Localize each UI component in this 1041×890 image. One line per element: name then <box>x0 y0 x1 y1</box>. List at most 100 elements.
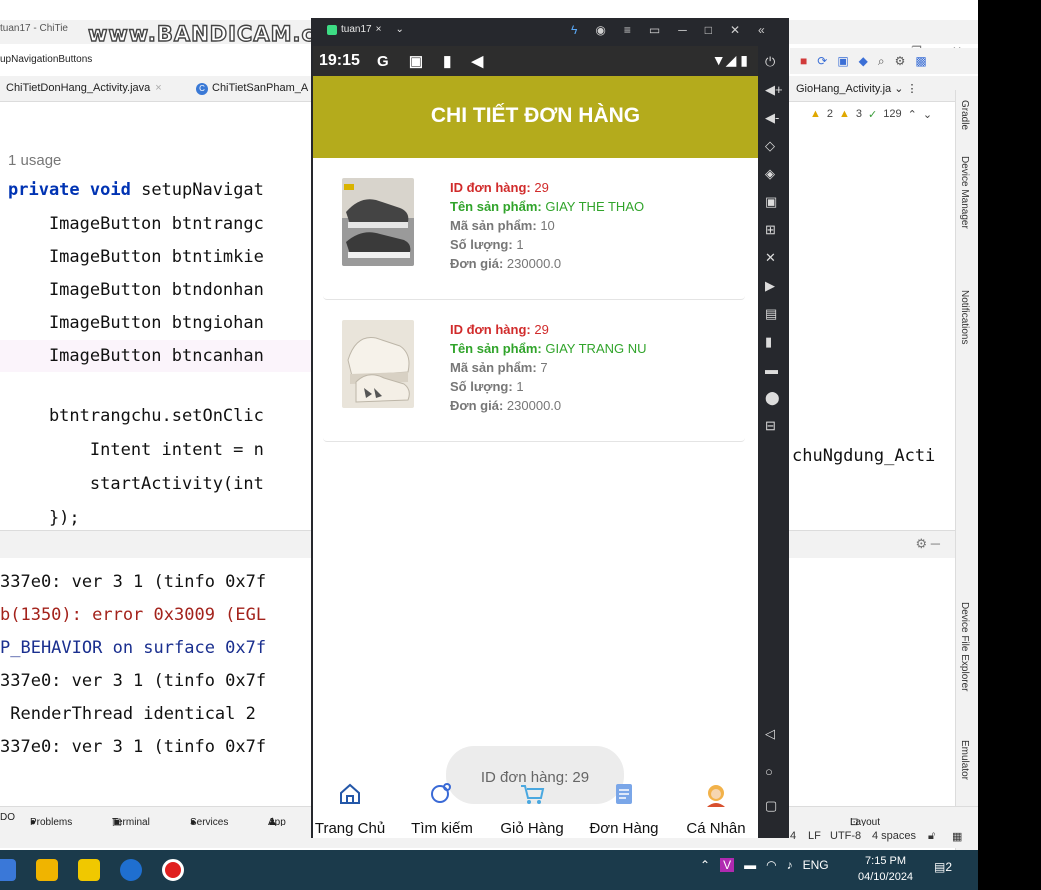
display-icon[interactable]: ▤ <box>765 306 777 322</box>
nav-cart[interactable]: Giỏ Hàng <box>487 782 577 837</box>
notification-icon[interactable]: ▤2 <box>934 860 952 874</box>
gradle-tab[interactable]: Gradle <box>959 100 970 130</box>
list-item[interactable]: ID đơn hàng: 29 Tên sản phẩm: GIAY TRANG… <box>323 300 745 442</box>
nav-search[interactable]: Tìm kiếm <box>397 782 487 837</box>
close-icon[interactable]: × <box>155 82 161 94</box>
gear-icon[interactable]: ⚙ ─ <box>916 536 940 552</box>
more-icon[interactable]: ⋮ <box>907 83 918 95</box>
tab-label: GioHang_Activity.ja <box>796 83 892 95</box>
emulator-controls: ϟ ◉ ≡ ▭ ─ □ ✕ « <box>571 23 765 37</box>
wifi-icon[interactable]: ◠ <box>766 858 776 872</box>
emulator-tab[interactable]: Emulator <box>959 740 970 780</box>
volume-icon[interactable]: ♪ <box>787 858 793 872</box>
inspection-widget[interactable]: ▲ 2 ▲ 3 ✓ 129 ⌃ ⌄ <box>810 108 932 121</box>
chevron-down-icon[interactable]: ⌄ <box>395 24 403 35</box>
nav-profile[interactable]: Cá Nhân <box>671 782 758 837</box>
indent-setting[interactable]: 4 spaces <box>872 830 916 842</box>
tab-giohang[interactable]: GioHang_Activity.ja ⌄ ⋮ <box>796 82 918 95</box>
battery-icon[interactable]: ▮ <box>765 334 772 350</box>
rotate-right-icon[interactable]: ◈ <box>765 166 775 182</box>
breadcrumb[interactable]: upNavigationButtons <box>0 54 92 65</box>
record-icon[interactable]: ◉ <box>595 23 605 37</box>
home-icon <box>313 782 395 810</box>
warn-count: 2 <box>826 108 834 120</box>
todo-tab[interactable]: DO <box>0 812 15 823</box>
usage-hint[interactable]: 1 usage <box>8 152 61 169</box>
file-explorer-icon[interactable] <box>36 859 58 881</box>
menu-icon[interactable]: ≡ <box>624 23 631 37</box>
device-manager-tab[interactable]: Device Manager <box>959 156 970 229</box>
battery-icon[interactable]: ▬ <box>744 858 756 872</box>
ide-title: tuan17 - ChiTie <box>0 23 68 34</box>
code-line: Intent intent = n <box>8 440 264 460</box>
extended-controls-icon[interactable]: ⊟ <box>765 418 776 434</box>
quantity-value: 1 <box>516 237 524 252</box>
chevron-up-icon[interactable]: ⌃ <box>700 858 710 872</box>
file-encoding[interactable]: UTF-8 <box>830 830 861 842</box>
ok-count: 129 <box>883 108 902 120</box>
clock-date: 04/10/2024 <box>858 871 914 883</box>
home-button-icon[interactable]: ○ <box>765 764 773 779</box>
camera-icon[interactable]: ▣ <box>765 194 777 210</box>
start-icon[interactable] <box>0 859 16 881</box>
language[interactable]: ENG <box>803 858 829 872</box>
log-line: 337e0: ver 3 1 (tinfo 0x7f <box>0 671 267 691</box>
screen-border <box>978 0 1041 890</box>
sync-icon[interactable]: ⟳ <box>817 54 827 68</box>
avatar-icon[interactable]: ▩ <box>915 54 926 68</box>
memory-icon[interactable]: ▦ <box>952 830 962 843</box>
log-line: 337e0: ver 3 1 (tinfo 0x7f <box>0 737 267 757</box>
line-separator[interactable]: LF <box>808 830 821 842</box>
product-code-value: 10 <box>540 218 555 233</box>
maximize-icon[interactable]: □ <box>705 23 712 37</box>
back-icon[interactable]: ◁ <box>765 726 775 742</box>
emulator-tab[interactable]: tuan17 × ⌄ <box>327 24 404 35</box>
app-bar: CHI TIẾT ĐƠN HÀNG <box>313 76 758 158</box>
nav-label: Giỏ Hàng <box>500 820 564 837</box>
chevron-up-icon[interactable]: ⌃ <box>908 108 917 121</box>
device-icon[interactable]: ▣ <box>837 54 848 68</box>
caret-position[interactable]: 4 <box>790 830 796 842</box>
fold-icon[interactable]: ✕ <box>765 250 776 266</box>
product-name-value: GIAY THE THAO <box>545 199 645 214</box>
window-icon[interactable]: ▭ <box>649 23 660 37</box>
collapse-icon[interactable]: « <box>758 23 765 37</box>
product-name-label: Tên sản phẩm: <box>450 341 542 356</box>
search-icon[interactable]: ⌕ <box>878 54 885 69</box>
sdk-icon[interactable]: ◆ <box>859 54 868 68</box>
product-code-label: Mã sản phẩm: <box>450 360 537 375</box>
record-icon[interactable] <box>162 859 184 881</box>
close-icon[interactable]: × <box>376 24 382 35</box>
code-line: ImageButton btntrangc <box>8 214 264 234</box>
folder-icon[interactable]: ▬ <box>765 362 778 377</box>
volume-up-icon[interactable]: ◀+ <box>765 82 783 98</box>
settings-icon[interactable]: ⚙ <box>895 54 906 68</box>
browser-icon[interactable] <box>120 859 142 881</box>
minimize-icon[interactable]: ─ <box>678 23 687 37</box>
nav-home[interactable]: Trang Chủ <box>313 782 395 837</box>
volume-down-icon[interactable]: ◀- <box>765 110 779 126</box>
code-editor[interactable]: 1 usage private void setupNavigat ImageB… <box>0 104 312 528</box>
nav-orders[interactable]: Đơn Hàng <box>579 782 669 837</box>
build-icon[interactable]: ■ <box>800 54 807 68</box>
tab-chitietsanpham[interactable]: C ChiTietSanPham_A <box>196 82 308 95</box>
record-screen-icon[interactable]: ▶ <box>765 278 775 294</box>
app-tray-icon[interactable]: V <box>720 858 735 872</box>
zoom-icon[interactable]: ⊞ <box>765 222 776 238</box>
product-name-label: Tên sản phẩm: <box>450 199 542 214</box>
power-icon[interactable]: ⏻ <box>765 54 775 70</box>
tab-chitietdonhang[interactable]: ChiTietDonHang_Activity.java × <box>6 82 162 94</box>
clock[interactable]: 7:15 PM 04/10/2024 <box>858 853 913 885</box>
device-file-explorer-tab[interactable]: Device File Explorer <box>959 602 970 691</box>
bolt-icon[interactable]: ϟ <box>571 23 577 37</box>
close-icon[interactable]: ✕ <box>730 23 740 37</box>
lock-icon[interactable]: 🔓︎ <box>928 830 935 843</box>
notifications-tab[interactable]: Notifications <box>959 290 970 344</box>
overview-icon[interactable]: ▢ <box>765 798 777 814</box>
location-icon[interactable]: ⬤ <box>765 390 780 406</box>
list-item[interactable]: ID đơn hàng: 29 Tên sản phẩm: GIAY THE T… <box>323 158 745 300</box>
chevron-down-icon[interactable]: ⌄ <box>923 108 932 121</box>
app-icon[interactable] <box>78 859 100 881</box>
rotate-left-icon[interactable]: ◇ <box>765 138 775 154</box>
chevron-down-icon[interactable]: ⌄ <box>894 83 903 95</box>
